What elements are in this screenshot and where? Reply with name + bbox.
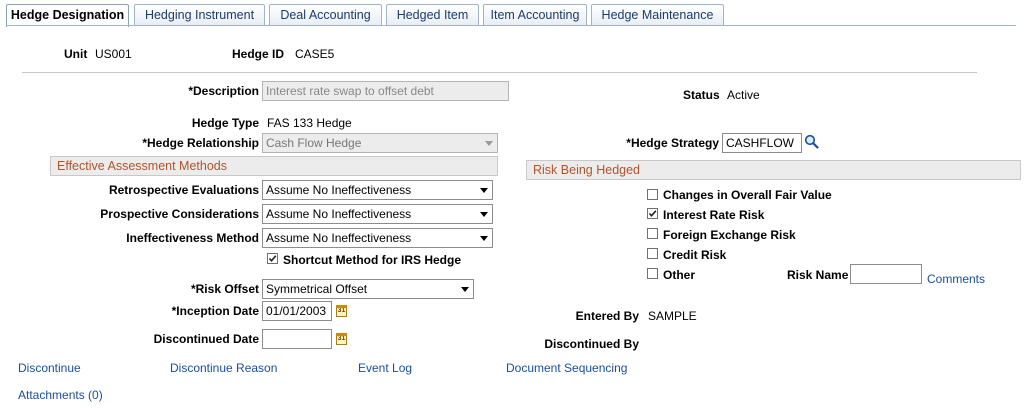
description-input[interactable]: Interest rate swap to offset debt [262,81,509,101]
hedge-id-value: CASE5 [295,47,335,61]
hedge-relationship-select[interactable]: Cash Flow Hedge [262,133,498,153]
document-sequencing-link[interactable]: Document Sequencing [506,361,627,375]
chevron-down-icon [461,287,469,292]
effective-assessment-header: Effective Assessment Methods [50,156,498,176]
hedge-id-label: Hedge ID [232,47,285,61]
unit-label: Unit [64,47,88,61]
risk-name-label: Risk Name [787,268,849,282]
tab-item-accounting[interactable]: Item Accounting [483,4,587,25]
retrospective-label: Retrospective Evaluations [108,183,259,197]
risk-interest-rate-label: Interest Rate Risk [663,208,765,222]
lookup-icon[interactable] [804,134,819,149]
discontinue-reason-link[interactable]: Discontinue Reason [170,361,277,375]
risk-interest-rate-checkbox[interactable] [647,208,658,219]
prospective-select[interactable]: Assume No Ineffectiveness [262,204,493,224]
chevron-down-icon [480,188,488,193]
discontinued-date-input[interactable] [262,329,332,349]
risk-credit-label: Credit Risk [663,248,727,262]
tab-hedging-instrument[interactable]: Hedging Instrument [134,4,265,25]
comments-link[interactable]: Comments [927,272,985,286]
tab-deal-accounting[interactable]: Deal Accounting [269,4,382,25]
risk-fx-checkbox[interactable] [647,228,658,239]
hedge-relationship-value: Cash Flow Hedge [266,136,362,150]
risk-offset-label: *Risk Offset [190,282,259,296]
hedge-type-label: Hedge Type [191,116,259,130]
risk-offset-value: Symmetrical Offset [266,282,368,296]
event-log-link[interactable]: Event Log [358,361,412,375]
risk-other-label: Other [663,268,696,282]
risk-fair-value-label: Changes in Overall Fair Value [663,188,832,202]
hedge-type-value: FAS 133 Hedge [267,116,352,130]
risk-name-input[interactable] [850,264,922,284]
discontinued-by-label: Discontinued By [544,337,639,351]
description-label: *Description [188,84,259,98]
calendar-icon[interactable]: 31 [336,333,347,345]
risk-offset-select[interactable]: Symmetrical Offset [262,279,474,299]
attachments-link[interactable]: Attachments (0) [18,388,103,402]
ineffectiveness-select[interactable]: Assume No Ineffectiveness [262,228,493,248]
retrospective-select[interactable]: Assume No Ineffectiveness [262,180,493,200]
chevron-down-icon [485,141,493,146]
shortcut-checkbox[interactable] [267,253,278,264]
entered-by-label: Entered By [575,309,639,323]
checkmark-icon [648,210,657,218]
risk-being-hedged-header: Risk Being Hedged [526,160,1021,180]
risk-credit-checkbox[interactable] [647,248,658,259]
chevron-down-icon [480,236,488,241]
hedge-strategy-label: *Hedge Strategy [626,136,719,150]
ineffectiveness-label: Ineffectiveness Method [126,231,259,245]
hedge-relationship-label: *Hedge Relationship [142,136,259,150]
entered-by-value: SAMPLE [648,309,697,323]
risk-other-checkbox[interactable] [647,268,658,279]
tab-hedge-designation[interactable]: Hedge Designation [6,4,129,27]
risk-fx-label: Foreign Exchange Risk [663,228,796,242]
header-divider [22,72,977,73]
inception-date-input[interactable]: 01/01/2003 [262,301,332,321]
prospective-label: Prospective Considerations [100,207,259,221]
tab-hedge-maintenance[interactable]: Hedge Maintenance [591,4,724,25]
discontinue-link[interactable]: Discontinue [18,361,81,375]
risk-fair-value-checkbox[interactable] [647,189,658,200]
tab-hedged-item[interactable]: Hedged Item [386,4,479,25]
discontinued-date-label: Discontinued Date [153,332,259,346]
status-label: Status [683,88,720,102]
chevron-down-icon [480,212,488,217]
checkmark-icon [268,255,277,263]
tab-divider [6,25,1016,26]
shortcut-label: Shortcut Method for IRS Hedge [283,253,461,267]
calendar-icon[interactable]: 31 [336,305,347,317]
hedge-strategy-input[interactable]: CASHFLOW [722,133,802,153]
ineffectiveness-value: Assume No Ineffectiveness [266,231,412,245]
inception-date-label: *Inception Date [171,304,259,318]
prospective-value: Assume No Ineffectiveness [266,207,412,221]
retrospective-value: Assume No Ineffectiveness [266,183,412,197]
status-value: Active [727,88,760,102]
unit-value: US001 [95,47,132,61]
